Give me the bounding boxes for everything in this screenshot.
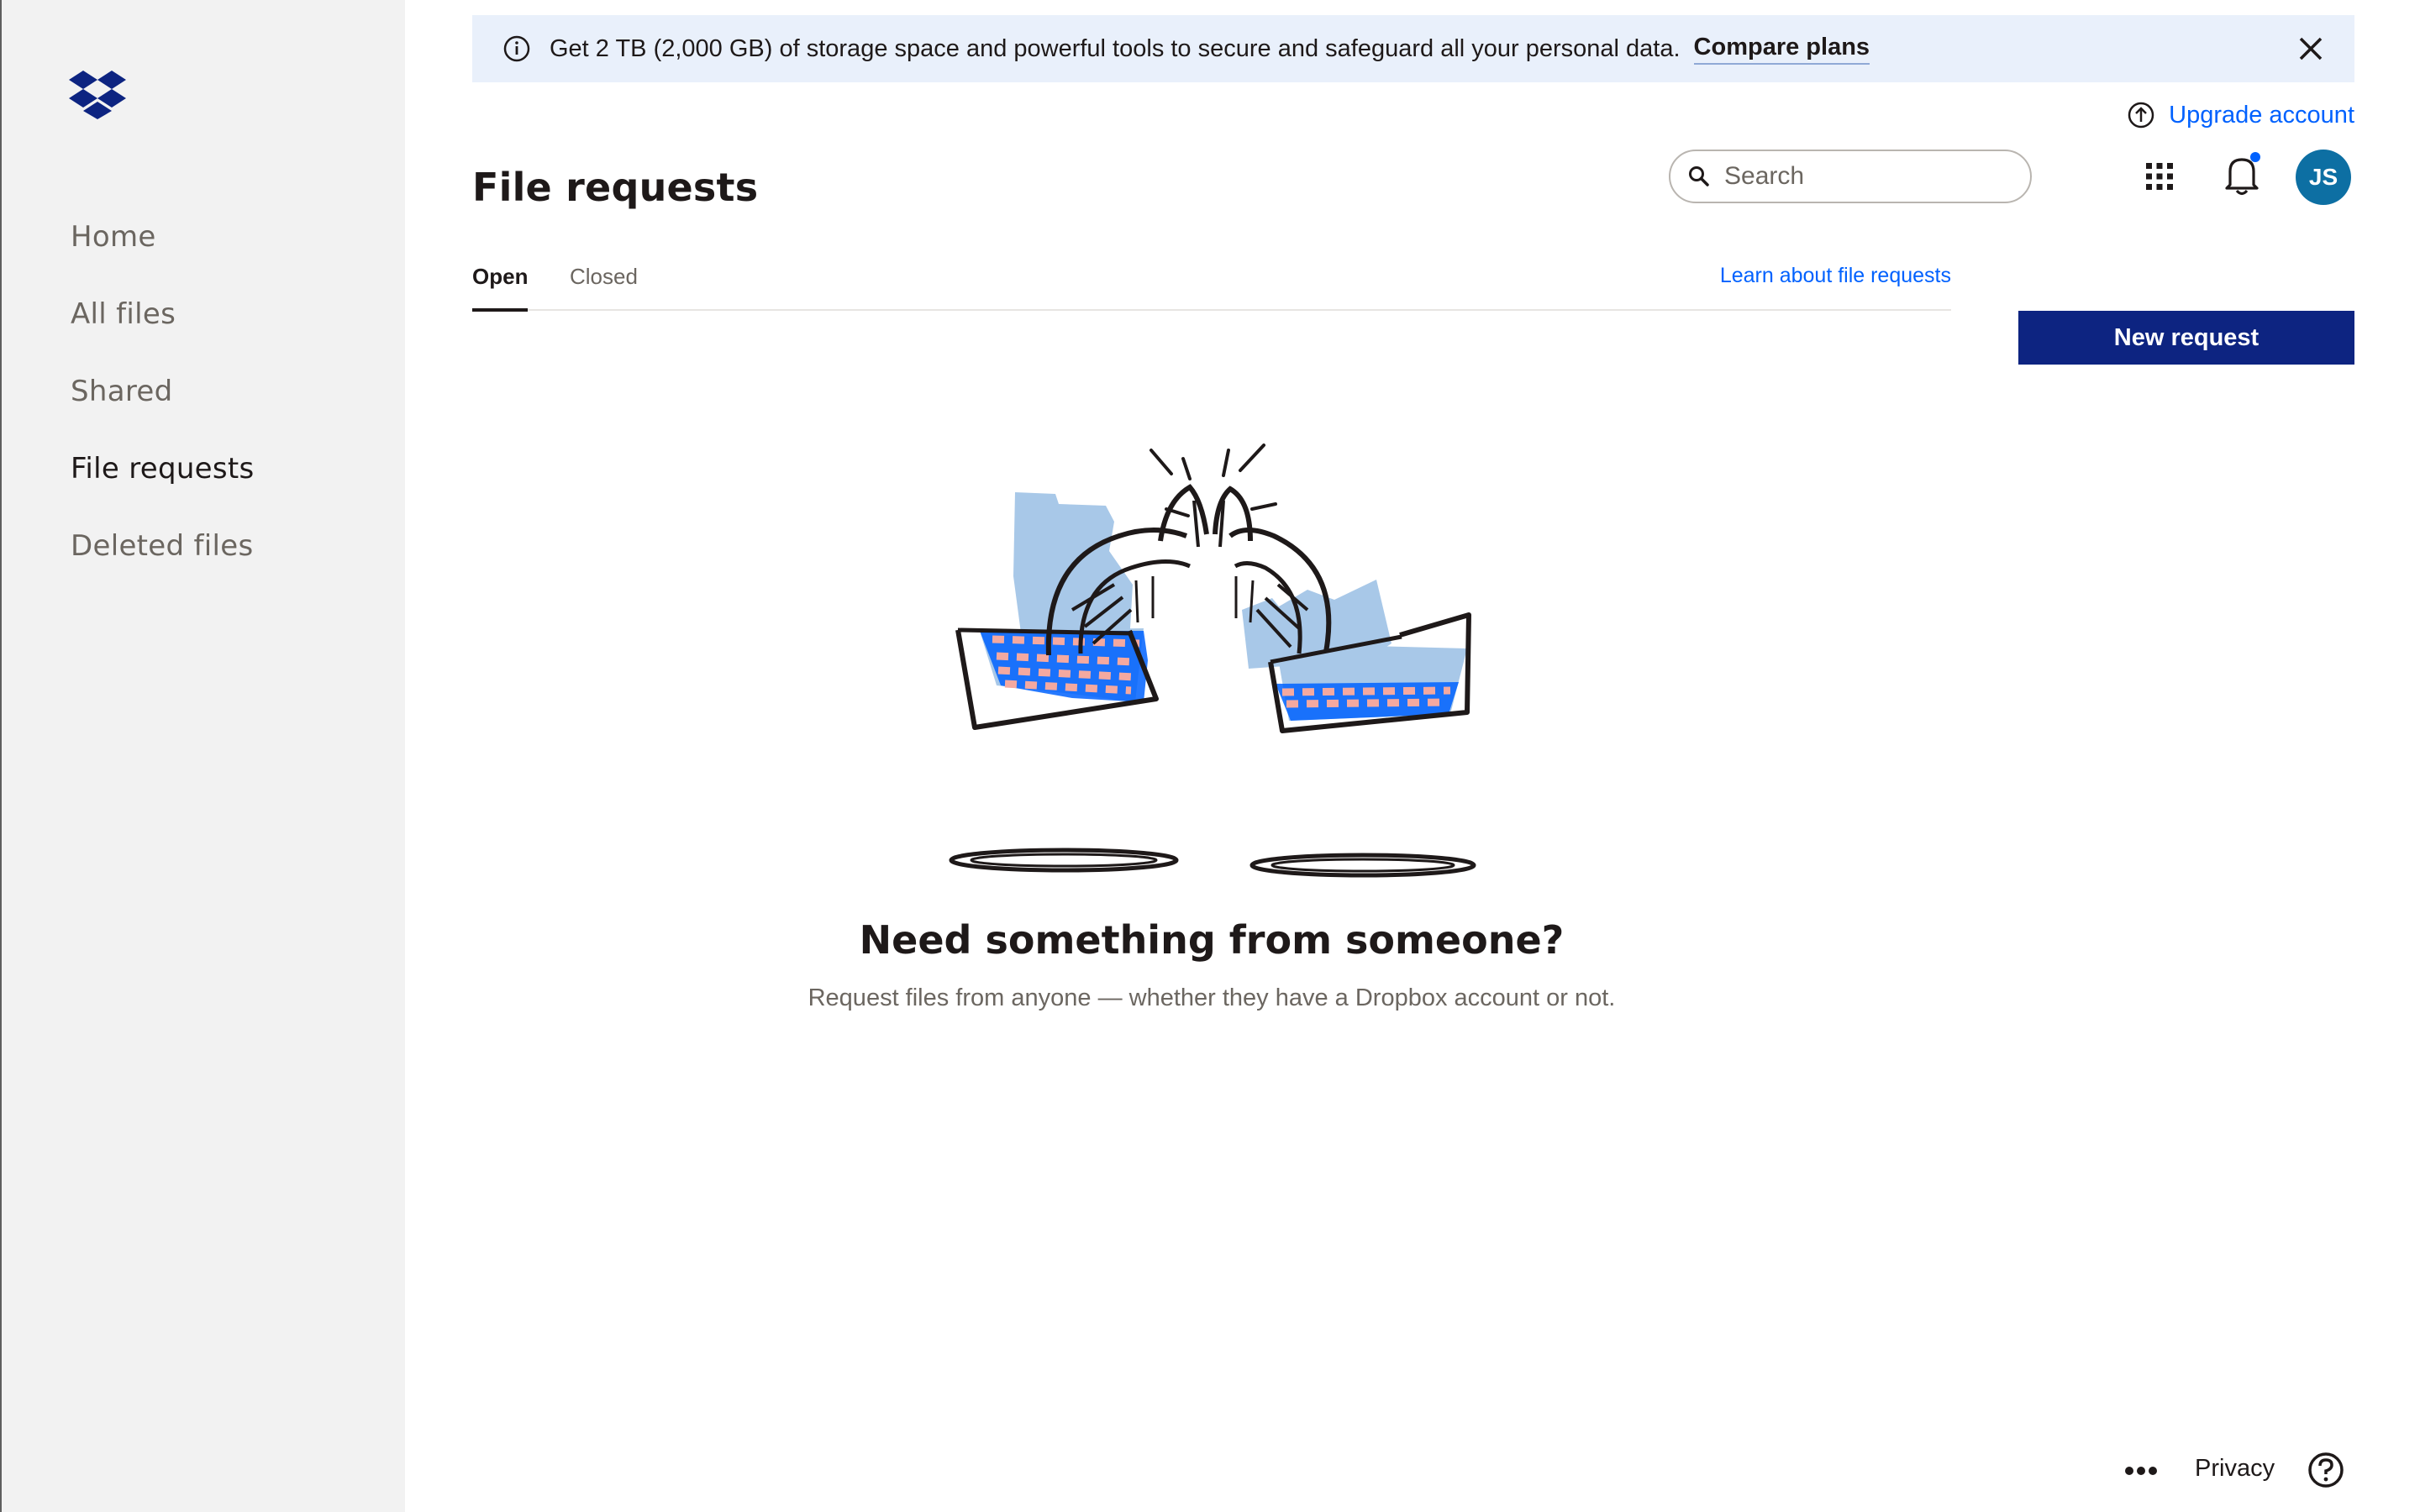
learn-about-file-requests-link[interactable]: Learn about file requests — [1720, 264, 1951, 288]
app-grid-icon[interactable] — [2144, 161, 2175, 192]
upgrade-account-link[interactable]: Upgrade account — [2127, 101, 2354, 129]
info-icon — [503, 35, 530, 62]
upgrade-arrow-icon — [2128, 102, 2154, 129]
more-options-icon[interactable] — [2124, 1465, 2158, 1477]
new-request-button[interactable]: New request — [2018, 311, 2354, 365]
sidebar-item-shared[interactable]: Shared — [71, 371, 255, 449]
sidebar-nav: Home All files Shared File requests Dele… — [71, 217, 255, 603]
compare-plans-link[interactable]: Compare plans — [1693, 34, 1870, 65]
empty-state-subtitle: Request files from anyone — whether they… — [808, 984, 1616, 1011]
page-title: File requests — [472, 165, 759, 210]
tab-bar: Open Closed Learn about file requests — [472, 252, 1951, 312]
tab-closed[interactable]: Closed — [570, 264, 638, 308]
dropbox-logo-icon[interactable] — [69, 71, 126, 119]
user-avatar[interactable]: JS — [2296, 150, 2351, 205]
banner-message: Get 2 TB (2,000 GB) of storage space and… — [550, 34, 1681, 62]
sidebar-item-home[interactable]: Home — [71, 217, 255, 294]
high-five-folders-illustration — [949, 444, 1476, 878]
sidebar-item-deleted-files[interactable]: Deleted files — [71, 526, 255, 603]
upgrade-banner: Get 2 TB (2,000 GB) of storage space and… — [472, 15, 2354, 82]
sidebar: Home All files Shared File requests Dele… — [0, 0, 405, 1512]
help-icon[interactable] — [2307, 1452, 2344, 1488]
notification-bell-icon[interactable] — [2222, 151, 2264, 198]
tab-open[interactable]: Open — [472, 264, 529, 312]
empty-state-title: Need something from someone? — [859, 917, 1565, 963]
close-icon[interactable] — [2296, 34, 2326, 64]
upgrade-account-label: Upgrade account — [2169, 101, 2354, 129]
sidebar-item-file-requests[interactable]: File requests — [71, 449, 255, 526]
sidebar-item-all-files[interactable]: All files — [71, 294, 255, 371]
privacy-link[interactable]: Privacy — [2195, 1455, 2275, 1483]
search-box[interactable] — [1669, 150, 2032, 203]
search-input[interactable] — [1724, 162, 2010, 191]
search-icon — [1689, 166, 1709, 186]
